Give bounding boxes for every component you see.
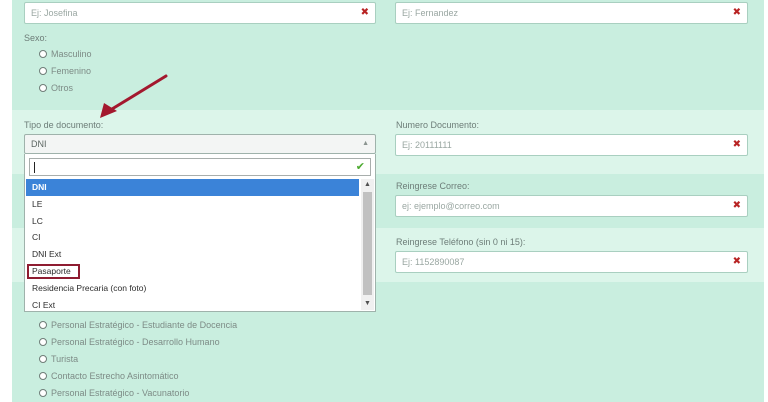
red-arrow-annotation — [100, 74, 168, 118]
